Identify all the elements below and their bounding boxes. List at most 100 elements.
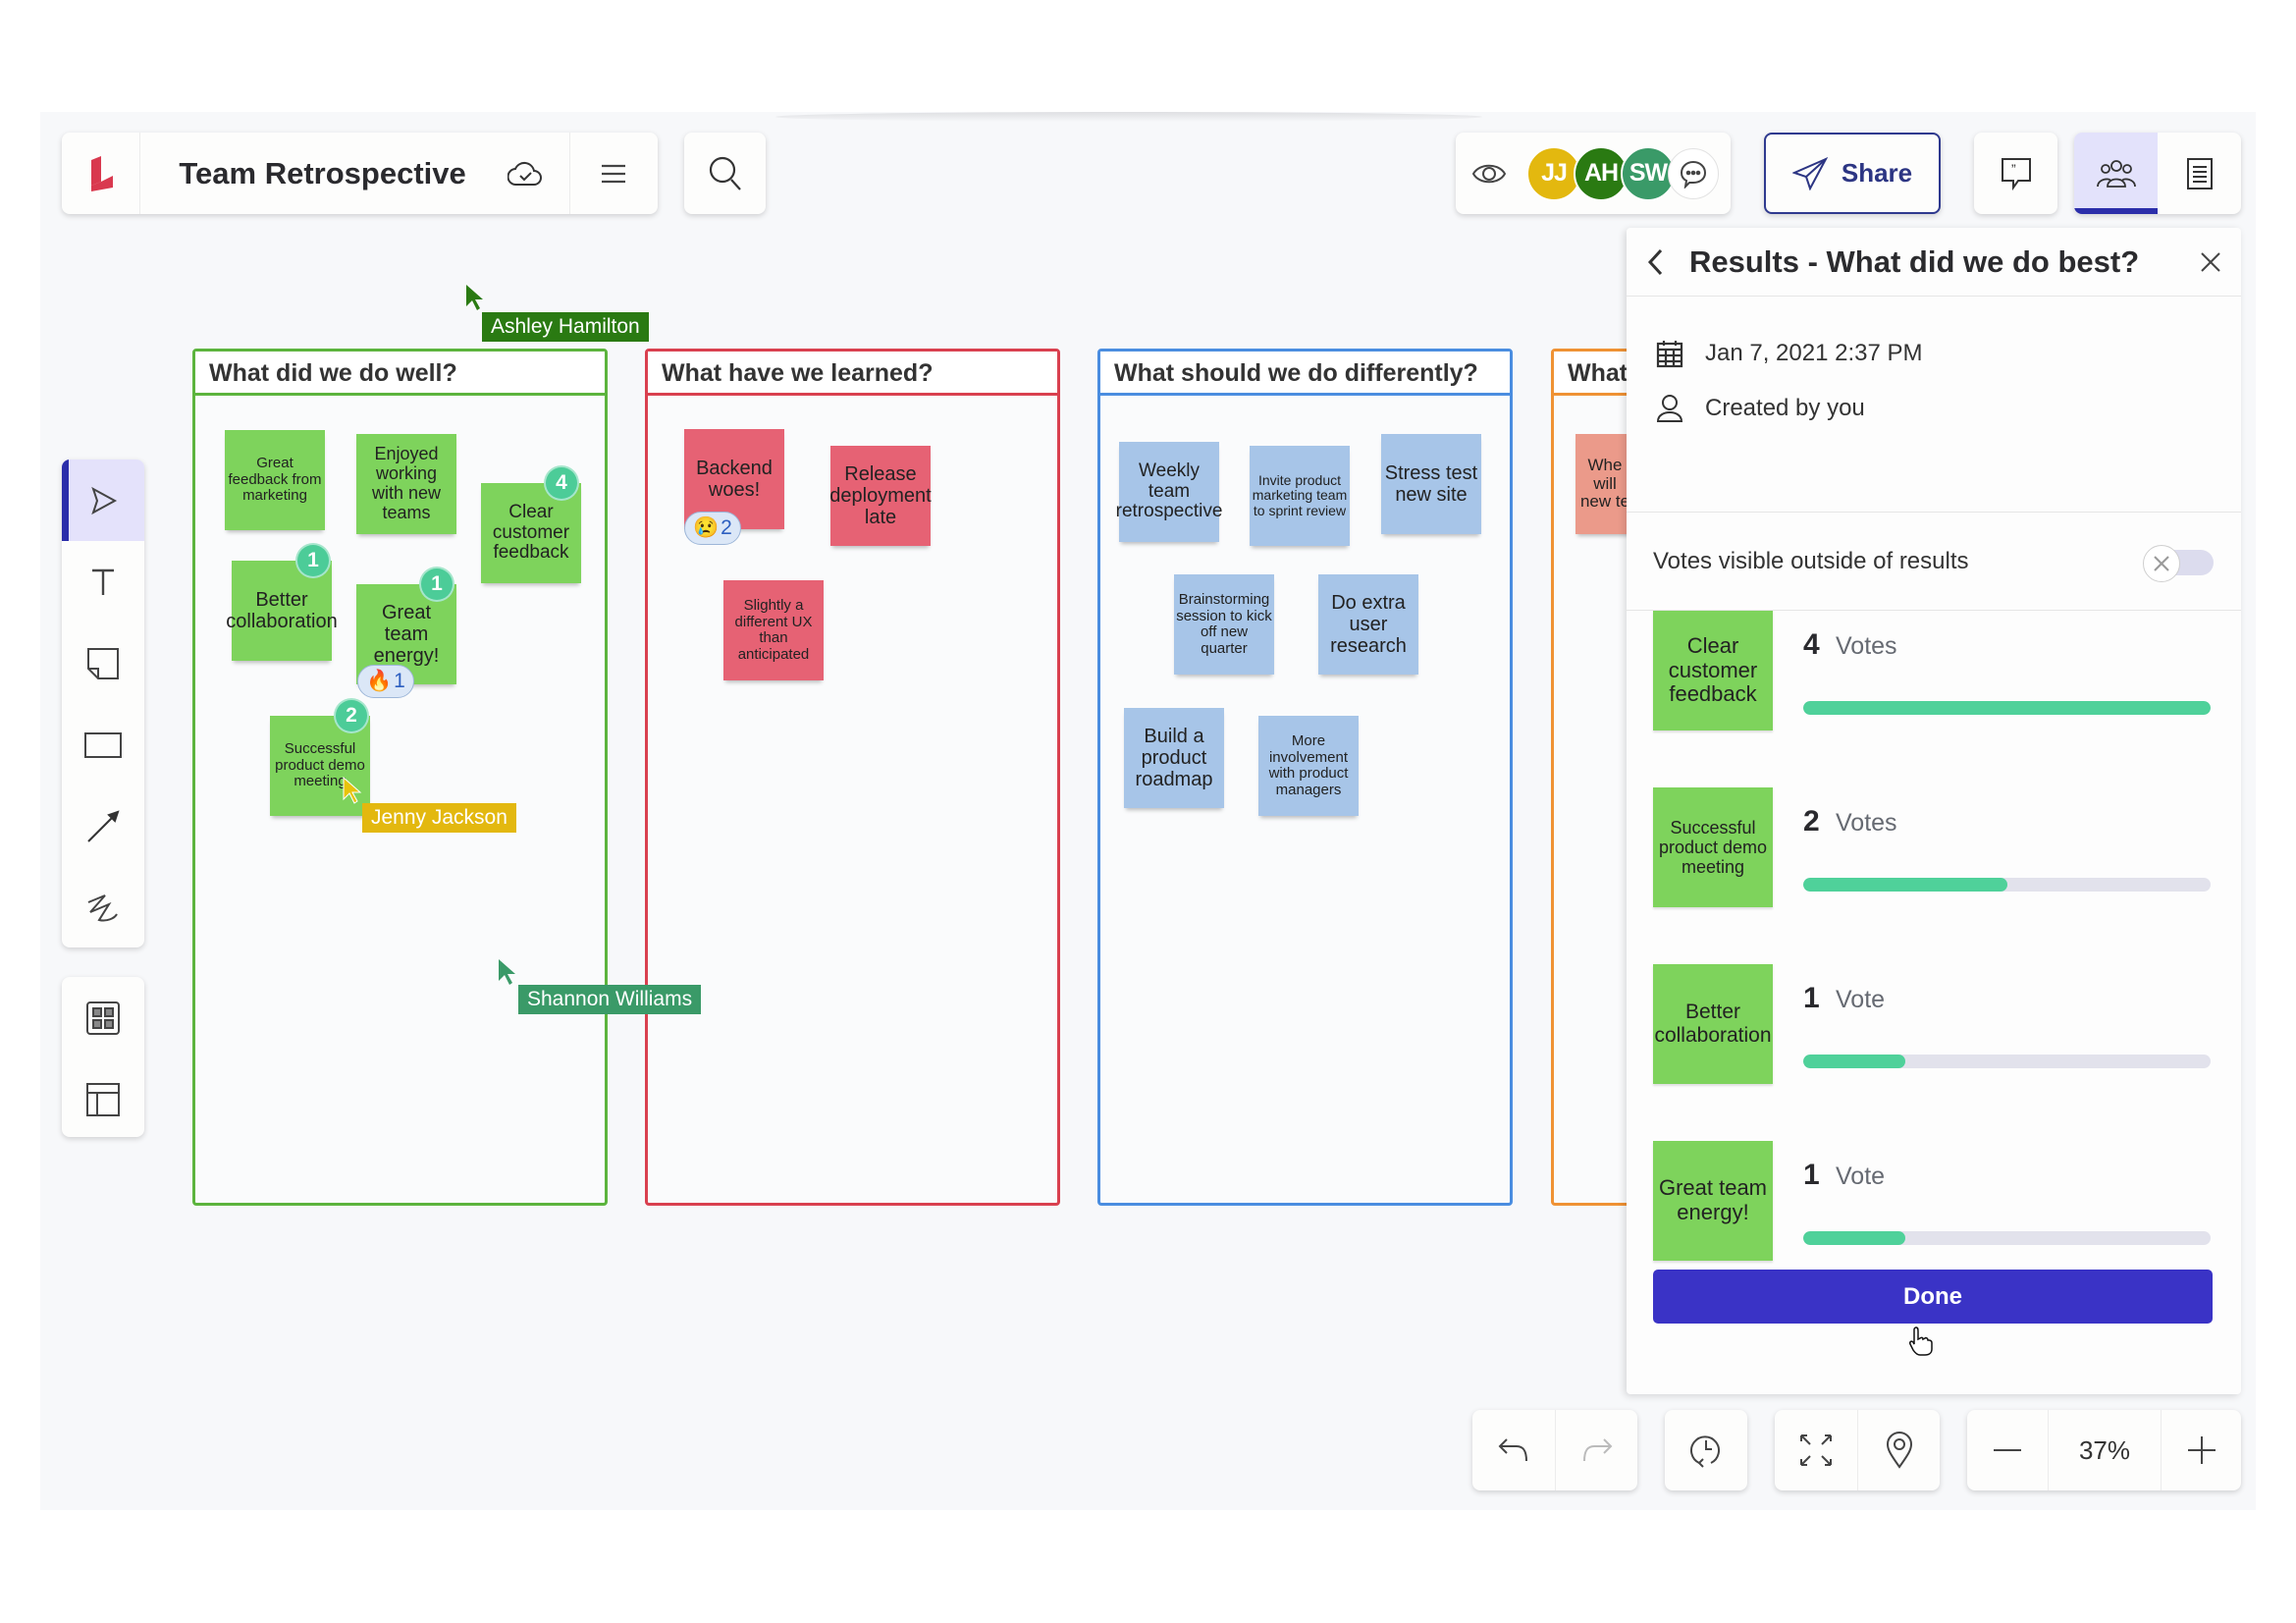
crying-emoji-icon: 😢: [693, 516, 720, 539]
zoom-out-button[interactable]: [1967, 1410, 2048, 1490]
tool-freehand[interactable]: [62, 867, 144, 947]
poll-creator: Created by you: [1705, 395, 1865, 421]
emoji-reaction[interactable]: 😢 2: [684, 512, 741, 545]
sticky-note[interactable]: Enjoyed working with new teams: [356, 434, 456, 534]
app-logo[interactable]: [62, 133, 141, 214]
sticky-note[interactable]: Whe will new te: [1575, 434, 1634, 534]
vote-progress-fill: [1803, 1231, 1905, 1245]
notes-panel-tab[interactable]: [2158, 133, 2241, 214]
comments-button[interactable]: ”: [1974, 133, 2057, 214]
main-menu-button[interactable]: [568, 133, 658, 214]
result-note: Better collaboration: [1653, 964, 1773, 1084]
result-note: Clear customer feedback: [1653, 611, 1773, 730]
sticky-note[interactable]: Great feedback from marketing: [225, 430, 325, 530]
poll-metadata: Jan 7, 2021 2:37 PM Created by you: [1627, 297, 2241, 513]
paper-plane-icon: [1791, 156, 1828, 190]
vote-progress-fill: [1803, 701, 2211, 715]
sticky-note[interactable]: Do extra user research: [1318, 574, 1418, 675]
search-button[interactable]: [684, 133, 766, 214]
result-note: Great team energy!: [1653, 1141, 1773, 1261]
done-button[interactable]: Done: [1653, 1270, 2213, 1324]
arrow-line-icon: [87, 809, 120, 842]
user-icon: [1656, 395, 1683, 422]
sticky-note[interactable]: More involvement with product managers: [1258, 716, 1359, 816]
panel-header: Results - What did we do best?: [1627, 228, 2241, 297]
plus-icon: [2187, 1436, 2216, 1464]
frame-button[interactable]: [62, 1058, 144, 1140]
vote-progress-bar: [1803, 701, 2211, 715]
redo-icon: [1582, 1438, 1612, 1462]
document-icon: [2186, 157, 2213, 189]
vote-count-badge: 1: [419, 567, 454, 602]
tool-select[interactable]: [62, 460, 144, 541]
collaborators-panel-tab[interactable]: [2074, 133, 2158, 214]
sticky-note[interactable]: Invite product marketing team to sprint …: [1250, 446, 1350, 546]
vote-count-badge: 2: [334, 698, 369, 733]
rectangle-icon: [84, 731, 122, 758]
cursor-label-jenny-jackson: Jenny Jackson: [362, 803, 516, 833]
document-title[interactable]: Team Retrospective: [179, 156, 465, 191]
chat-button[interactable]: [1668, 147, 1719, 199]
sticky-note[interactable]: Release deployment late: [829, 446, 932, 546]
lucidspark-logo-icon: [90, 155, 113, 191]
redo-button[interactable]: [1555, 1410, 1637, 1490]
tool-shape[interactable]: [62, 704, 144, 785]
templates-button[interactable]: [62, 977, 144, 1058]
document-title-bar: Team Retrospective: [62, 133, 658, 214]
tools-toolbar: [62, 460, 144, 947]
tool-line[interactable]: [62, 785, 144, 867]
votes-visible-toggle[interactable]: [2143, 544, 2214, 582]
cloud-check-icon: [507, 161, 543, 186]
note-text: Great feedback from marketing: [228, 455, 322, 505]
hand-cursor-icon: [1909, 1326, 1933, 1356]
history-button[interactable]: [1665, 1410, 1747, 1490]
emoji-reaction[interactable]: 🔥 1: [357, 665, 414, 698]
eye-icon[interactable]: [1471, 161, 1507, 187]
reaction-count: 2: [721, 516, 732, 539]
zoom-in-button[interactable]: [2161, 1410, 2241, 1490]
zoom-level[interactable]: 37%: [2048, 1410, 2161, 1490]
result-item[interactable]: Great team energy! 1 Vote: [1653, 1141, 2211, 1261]
frame-layout-icon: [86, 1082, 120, 1116]
sticky-note[interactable]: Stress test new site: [1381, 434, 1481, 534]
fit-to-screen-button[interactable]: [1775, 1410, 1857, 1490]
sticky-note[interactable]: Build a product roadmap: [1124, 708, 1224, 808]
history-icon: [1690, 1435, 1720, 1468]
view-group: [1775, 1410, 1940, 1490]
vote-progress-bar: [1803, 1055, 2211, 1068]
sticky-note[interactable]: Slightly a different UX than anticipated: [723, 580, 824, 680]
calendar-icon: [1656, 341, 1683, 368]
location-button[interactable]: [1857, 1410, 1940, 1490]
vote-progress-bar: [1803, 1231, 2211, 1245]
chevron-left-icon[interactable]: [1646, 247, 1664, 277]
note-text: More involvement with product managers: [1268, 732, 1349, 798]
sticky-note[interactable]: Brainstorming session to kick off new qu…: [1174, 574, 1274, 675]
vote-count: 2: [1803, 805, 1820, 838]
collaborators-bar: JJ AH SW: [1456, 133, 1731, 214]
save-status[interactable]: [502, 159, 550, 189]
note-text: Invite product marketing team to sprint …: [1252, 471, 1348, 518]
close-icon[interactable]: [2200, 251, 2221, 273]
vote-progress-fill: [1803, 878, 2007, 892]
vote-count-badge: 1: [295, 543, 331, 578]
map-pin-icon: [1886, 1432, 1912, 1469]
tool-text[interactable]: [62, 541, 144, 622]
result-item[interactable]: Successful product demo meeting 2 Votes: [1653, 787, 2211, 907]
zoom-controls: 37%: [1967, 1410, 2241, 1490]
hamburger-menu-icon: [602, 164, 626, 183]
share-button[interactable]: Share: [1764, 133, 1941, 214]
tool-sticky-note[interactable]: [62, 622, 144, 704]
people-icon: [2096, 159, 2136, 188]
sticky-note[interactable]: Weekly team retrospective: [1116, 442, 1222, 542]
vote-count: 1: [1803, 982, 1820, 1014]
pointer-icon: [91, 486, 118, 514]
note-text: Stress test new site: [1384, 462, 1478, 506]
result-item[interactable]: Clear customer feedback 4 Votes: [1653, 611, 2211, 730]
votes-visibility-setting: Votes visible outside of results: [1627, 513, 2241, 611]
voting-results-panel: Results - What did we do best? Jan 7, 20…: [1627, 228, 2241, 1394]
canvas-top-shadow: [775, 112, 1482, 122]
result-item[interactable]: Better collaboration 1 Vote: [1653, 964, 2211, 1084]
extras-toolbar: [62, 977, 144, 1137]
undo-button[interactable]: [1472, 1410, 1555, 1490]
svg-text:”: ”: [2011, 161, 2016, 177]
